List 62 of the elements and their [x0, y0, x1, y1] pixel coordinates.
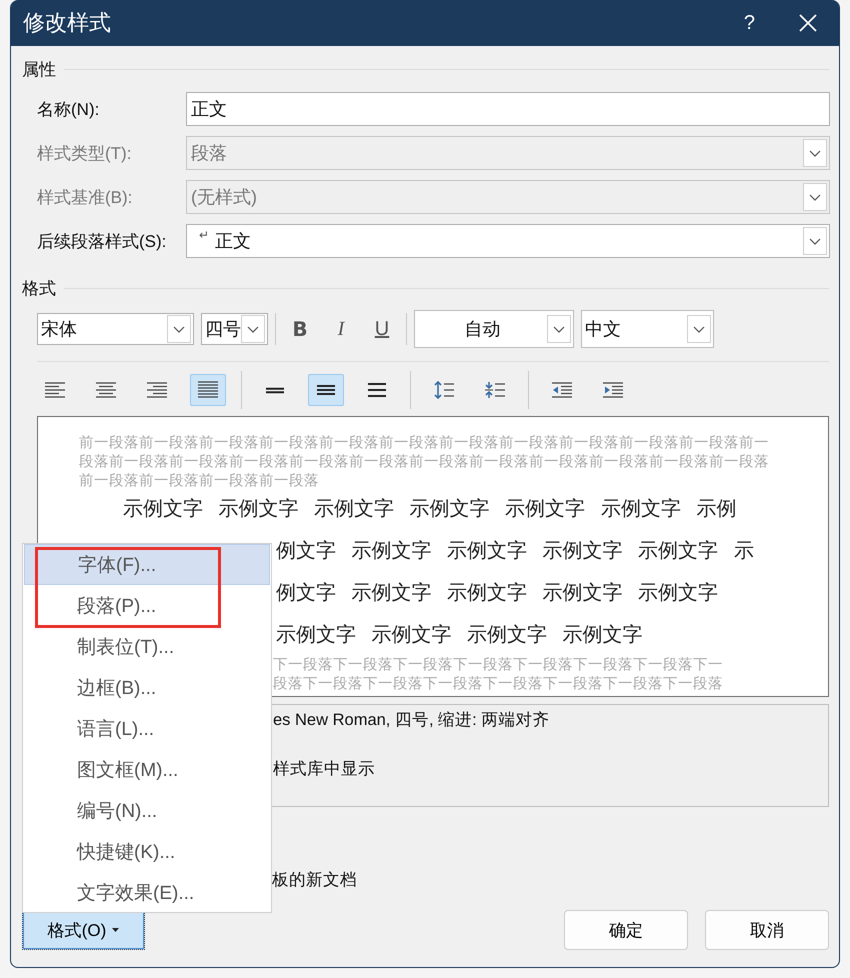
decrease-indent-icon	[551, 381, 573, 399]
dialog-button[interactable]: 取消	[705, 910, 829, 950]
chevron-icon	[809, 238, 821, 244]
field-label: 后续段落样式(S):	[37, 230, 168, 252]
line-spacing-icon	[264, 386, 286, 394]
menu-item[interactable]: 边框(B)...	[24, 667, 270, 708]
menu-item[interactable]: 文字效果(E)...	[24, 872, 270, 913]
align-center-icon	[95, 381, 117, 399]
chevron-icon	[173, 326, 185, 332]
menu-item[interactable]: 快捷键(K)...	[24, 831, 270, 872]
increase-indent-icon	[602, 381, 624, 399]
preview-text: 段落下一段落下一段落下一段落下一段落下一段落下一段落下一段落	[273, 675, 723, 694]
menu-item[interactable]: 字体(F)...	[24, 544, 270, 585]
chevron-icon	[553, 326, 565, 332]
section-heading: 属性	[22, 58, 56, 80]
font-size-dropdown[interactable]: 四号	[201, 313, 268, 345]
sample-text: 例文字 示例文字 示例文字 示例文字 示例文字	[276, 581, 718, 606]
preview-text: 下一段落下一段落下一段落下一段落下一段落下一段落下一段落下一	[273, 656, 723, 675]
menu-item[interactable]: 编号(N)...	[24, 790, 270, 831]
description-text: 样式库中显示	[273, 759, 376, 780]
italic-button[interactable]: I	[324, 313, 358, 345]
window-title: 修改样式	[23, 9, 112, 37]
chevron-icon	[247, 326, 259, 332]
menu-item[interactable]: 段落(P)...	[24, 585, 270, 626]
preview-text: 前一段落前一段落前一段落前一段落前一段落前一段落前一段落前一段落前一段落前一段落前一段落前一	[79, 434, 769, 453]
sample-text: 例文字 示例文字 示例文字 示例文字 示例文字 示	[276, 539, 754, 564]
menu-item[interactable]: 图文框(M)...	[24, 749, 270, 790]
caret-icon	[112, 928, 120, 932]
field-label: 样式类型(T):	[37, 142, 132, 164]
font-dropdown[interactable]: 宋体	[37, 313, 194, 345]
sample-text: 示例文字 示例文字 示例文字 示例文字	[276, 623, 643, 648]
paragraph-spacing-icon	[484, 381, 506, 399]
sample-text: 示例文字 示例文字 示例文字 示例文字 示例文字 示例文字 示例	[123, 497, 736, 522]
chevron-icon	[809, 150, 821, 156]
name-field[interactable]: 正文	[186, 92, 830, 126]
preview-text: 前一段落前一段落前一段落前一段落	[79, 472, 319, 491]
menu-item[interactable]: 制表位(T)...	[24, 626, 270, 667]
description-text: es New Roman, 四号, 缩进: 两端对齐	[273, 710, 550, 731]
option-label: 板的新文档	[272, 870, 358, 891]
chevron-icon	[693, 326, 705, 332]
font-color-dropdown[interactable]: 自动	[414, 310, 574, 348]
chevron-icon	[809, 194, 821, 200]
menu-item[interactable]: 语言(L)...	[24, 708, 270, 749]
style-dropdown[interactable]: ↵ 正文	[186, 224, 830, 258]
toolbar-button[interactable]	[308, 374, 344, 406]
preview-text: 段落前一段落前一段落前一段落前一段落前一段落前一段落前一段落前一段落前一段落前一段落前一段落	[79, 453, 769, 472]
field-label: 名称(N):	[37, 98, 100, 120]
close-icon[interactable]	[799, 14, 817, 32]
language-dropdown[interactable]: 中文	[581, 310, 714, 348]
format-menu-button[interactable]: 格式(O)	[22, 910, 145, 950]
align-left-icon	[44, 381, 66, 399]
align-right-icon	[146, 381, 168, 399]
underline-button[interactable]: U	[365, 313, 399, 345]
justify-icon	[197, 381, 219, 399]
help-button[interactable]: ?	[744, 12, 755, 34]
line-spacing-icon	[366, 381, 388, 399]
paragraph-spacing-icon	[433, 381, 455, 399]
bold-button[interactable]: B	[283, 313, 317, 345]
toolbar-button[interactable]	[190, 374, 226, 406]
field-label: 样式基准(B):	[37, 186, 134, 208]
section-heading: 格式	[22, 278, 56, 300]
dialog-button[interactable]: 确定	[564, 910, 688, 950]
